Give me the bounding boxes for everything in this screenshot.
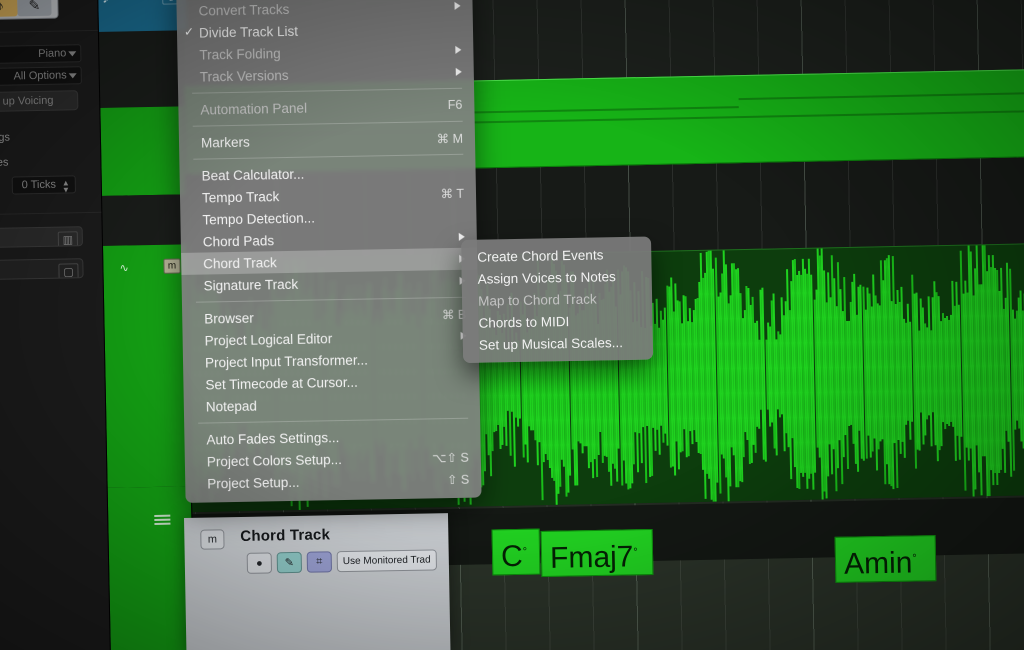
music-note-icon: ♪: [102, 0, 110, 7]
options-preset-select[interactable]: All Options: [0, 66, 82, 87]
inversions-icon: ▥: [57, 231, 79, 249]
menu-item-automation-panel[interactable]: Automation Panel F6: [178, 94, 474, 121]
menu-item-track-versions[interactable]: Track Versions: [178, 61, 474, 88]
waveform-icon: ∿: [119, 262, 128, 275]
submenu-item-label: Set up Musical Scales...: [478, 334, 624, 353]
chord-map-icon[interactable]: ⌗: [306, 551, 333, 573]
menu-item-notepad[interactable]: Notepad: [184, 391, 480, 418]
menu-item-markers[interactable]: Markers ⌘ M: [179, 127, 475, 154]
inspector-bottom-icon: ▢: [58, 263, 79, 281]
chord-event-label: Fmaj7: [549, 540, 634, 576]
hamburger-icon[interactable]: [154, 514, 171, 526]
menu-item-shortcut: ⌥⇧ S: [432, 450, 469, 465]
chord-event-superscript: °: [633, 546, 638, 559]
inversions-button[interactable]: rsions ▥: [0, 226, 84, 249]
track-row-gap[interactable]: [100, 194, 187, 246]
menu-separator: [193, 153, 464, 160]
menu-item-label: Notepad: [205, 398, 258, 415]
set-up-voicing-button[interactable]: Set up Voicing: [0, 90, 79, 113]
menu-item-label: Chord Track: [203, 254, 277, 272]
chord-event-label: C: [500, 540, 524, 574]
menu-item-label: Browser: [204, 310, 254, 327]
chord-event-label: Amin: [843, 546, 913, 581]
menu-item-label: Project Logical Editor: [204, 330, 333, 349]
menu-item-label: Convert Tracks: [198, 1, 290, 19]
mute-button[interactable]: m: [163, 258, 181, 274]
chord-event-superscript: °: [522, 546, 528, 559]
submenu-item-label: Chords to MIDI: [478, 313, 570, 331]
record-button-icon[interactable]: ●: [246, 552, 273, 574]
project-menu[interactable]: Remove Empty TracksConvert Tracks✓Divide…: [176, 0, 482, 503]
submenu-item-label: Assign Voices to Notes: [477, 268, 616, 287]
voicing-preset-value: Piano: [38, 47, 67, 60]
menu-item-label: Tempo Track: [201, 188, 280, 206]
inspector-bottom-button[interactable]: d ▢: [0, 258, 84, 281]
chevron-down-icon: [68, 51, 77, 57]
menu-item-label: Chord Pads: [202, 232, 275, 250]
menu-item-project-setup[interactable]: Project Setup... ⇧ S: [185, 467, 481, 494]
voicing-preset-select[interactable]: Piano: [0, 44, 82, 65]
chord-event[interactable]: Amin°: [834, 534, 937, 583]
voicings-label: Voicings: [0, 131, 11, 145]
chord-event[interactable]: Fmaj7°: [540, 529, 654, 578]
ticks-value: 0 Ticks: [21, 178, 57, 192]
monitor-track-select[interactable]: Use Monitored Trad: [336, 549, 437, 573]
menu-item-label: Track Folding: [199, 45, 281, 63]
chord-track-submenu[interactable]: Create Chord Events Assign Voices to Note…: [461, 236, 654, 363]
chevron-right-icon: [455, 45, 462, 54]
chevron-right-icon: [454, 1, 461, 10]
chord-event-superscript: °: [912, 552, 917, 565]
menu-item-label: Beat Calculator...: [201, 166, 305, 184]
submenu-item-set-up-musical-scales[interactable]: Set up Musical Scales...: [463, 331, 653, 356]
stepper-arrows-icon[interactable]: ▲ ▼: [62, 178, 70, 194]
note-tool-icon[interactable]: ♪: [0, 0, 18, 18]
track-row-green-1[interactable]: [98, 106, 186, 196]
menu-item-label: Project Colors Setup...: [206, 451, 343, 470]
daw-project-window: ···· C°Fmaj7°Amin° ∿ m: [0, 0, 1024, 650]
submenu-item-label: Create Chord Events: [477, 246, 604, 265]
menu-item-label: Markers: [200, 134, 250, 151]
menu-item-label: Automation Panel: [200, 100, 308, 118]
checkmark-icon: ✓: [183, 24, 195, 39]
track-header-instrument[interactable]: ♪ ◉: [94, 0, 187, 32]
chord-track-controls[interactable]: ● ✎ ⌗ Use Monitored Trad: [246, 549, 437, 574]
menu-item-shortcut: ⌘ M: [436, 131, 464, 146]
mute-button[interactable]: m: [200, 529, 225, 550]
menu-item-label: Track Versions: [199, 67, 289, 85]
submenu-item-label: Map to Chord Track: [477, 291, 597, 309]
menu-item-label: Tempo Detection...: [202, 209, 316, 228]
tool-buttons-group[interactable]: ♪ ✎: [0, 0, 59, 21]
menu-item-label: Project Input Transformer...: [204, 352, 368, 371]
menu-item-label: Project Setup...: [207, 474, 300, 492]
menu-item-label: Auto Fades Settings...: [206, 429, 340, 448]
inspector-panel[interactable]: ♪ ✎ Piano All Options Set up Voicing Voi…: [0, 0, 112, 650]
track-row-audio[interactable]: ∿ m: [101, 244, 191, 488]
menu-item-shortcut: ⇧ S: [446, 472, 470, 487]
menu-item-label: Divide Track List: [198, 23, 299, 41]
options-preset-value: All Options: [13, 69, 67, 83]
menu-item-label: Signature Track: [203, 276, 299, 294]
menu-separator: [192, 120, 463, 127]
chord-track-title: Chord Track: [240, 526, 331, 545]
chord-track-header[interactable]: m Chord Track ● ✎ ⌗ Use Monitored Trad: [184, 513, 451, 650]
menu-item-shortcut: F6: [447, 97, 463, 113]
menu-item-shortcut: ⌘ T: [440, 186, 465, 201]
edit-pencil-icon[interactable]: ✎: [276, 551, 303, 574]
ticks-stepper[interactable]: 0 Ticks ▲ ▼: [11, 175, 76, 195]
menu-separator: [198, 417, 469, 424]
menu-item-signature-track[interactable]: Signature Track: [181, 270, 477, 297]
menu-item-label: Set Timecode at Cursor...: [205, 374, 358, 393]
chord-event[interactable]: C°: [491, 528, 541, 576]
menu-separator: [192, 87, 463, 94]
track-row-chord[interactable]: [105, 486, 195, 650]
scales-label: Scales: [0, 156, 9, 170]
chevron-right-icon: [455, 67, 462, 76]
draw-tool-icon[interactable]: ✎: [17, 0, 52, 17]
chevron-down-icon: [68, 73, 77, 79]
menu-separator: [195, 296, 466, 303]
